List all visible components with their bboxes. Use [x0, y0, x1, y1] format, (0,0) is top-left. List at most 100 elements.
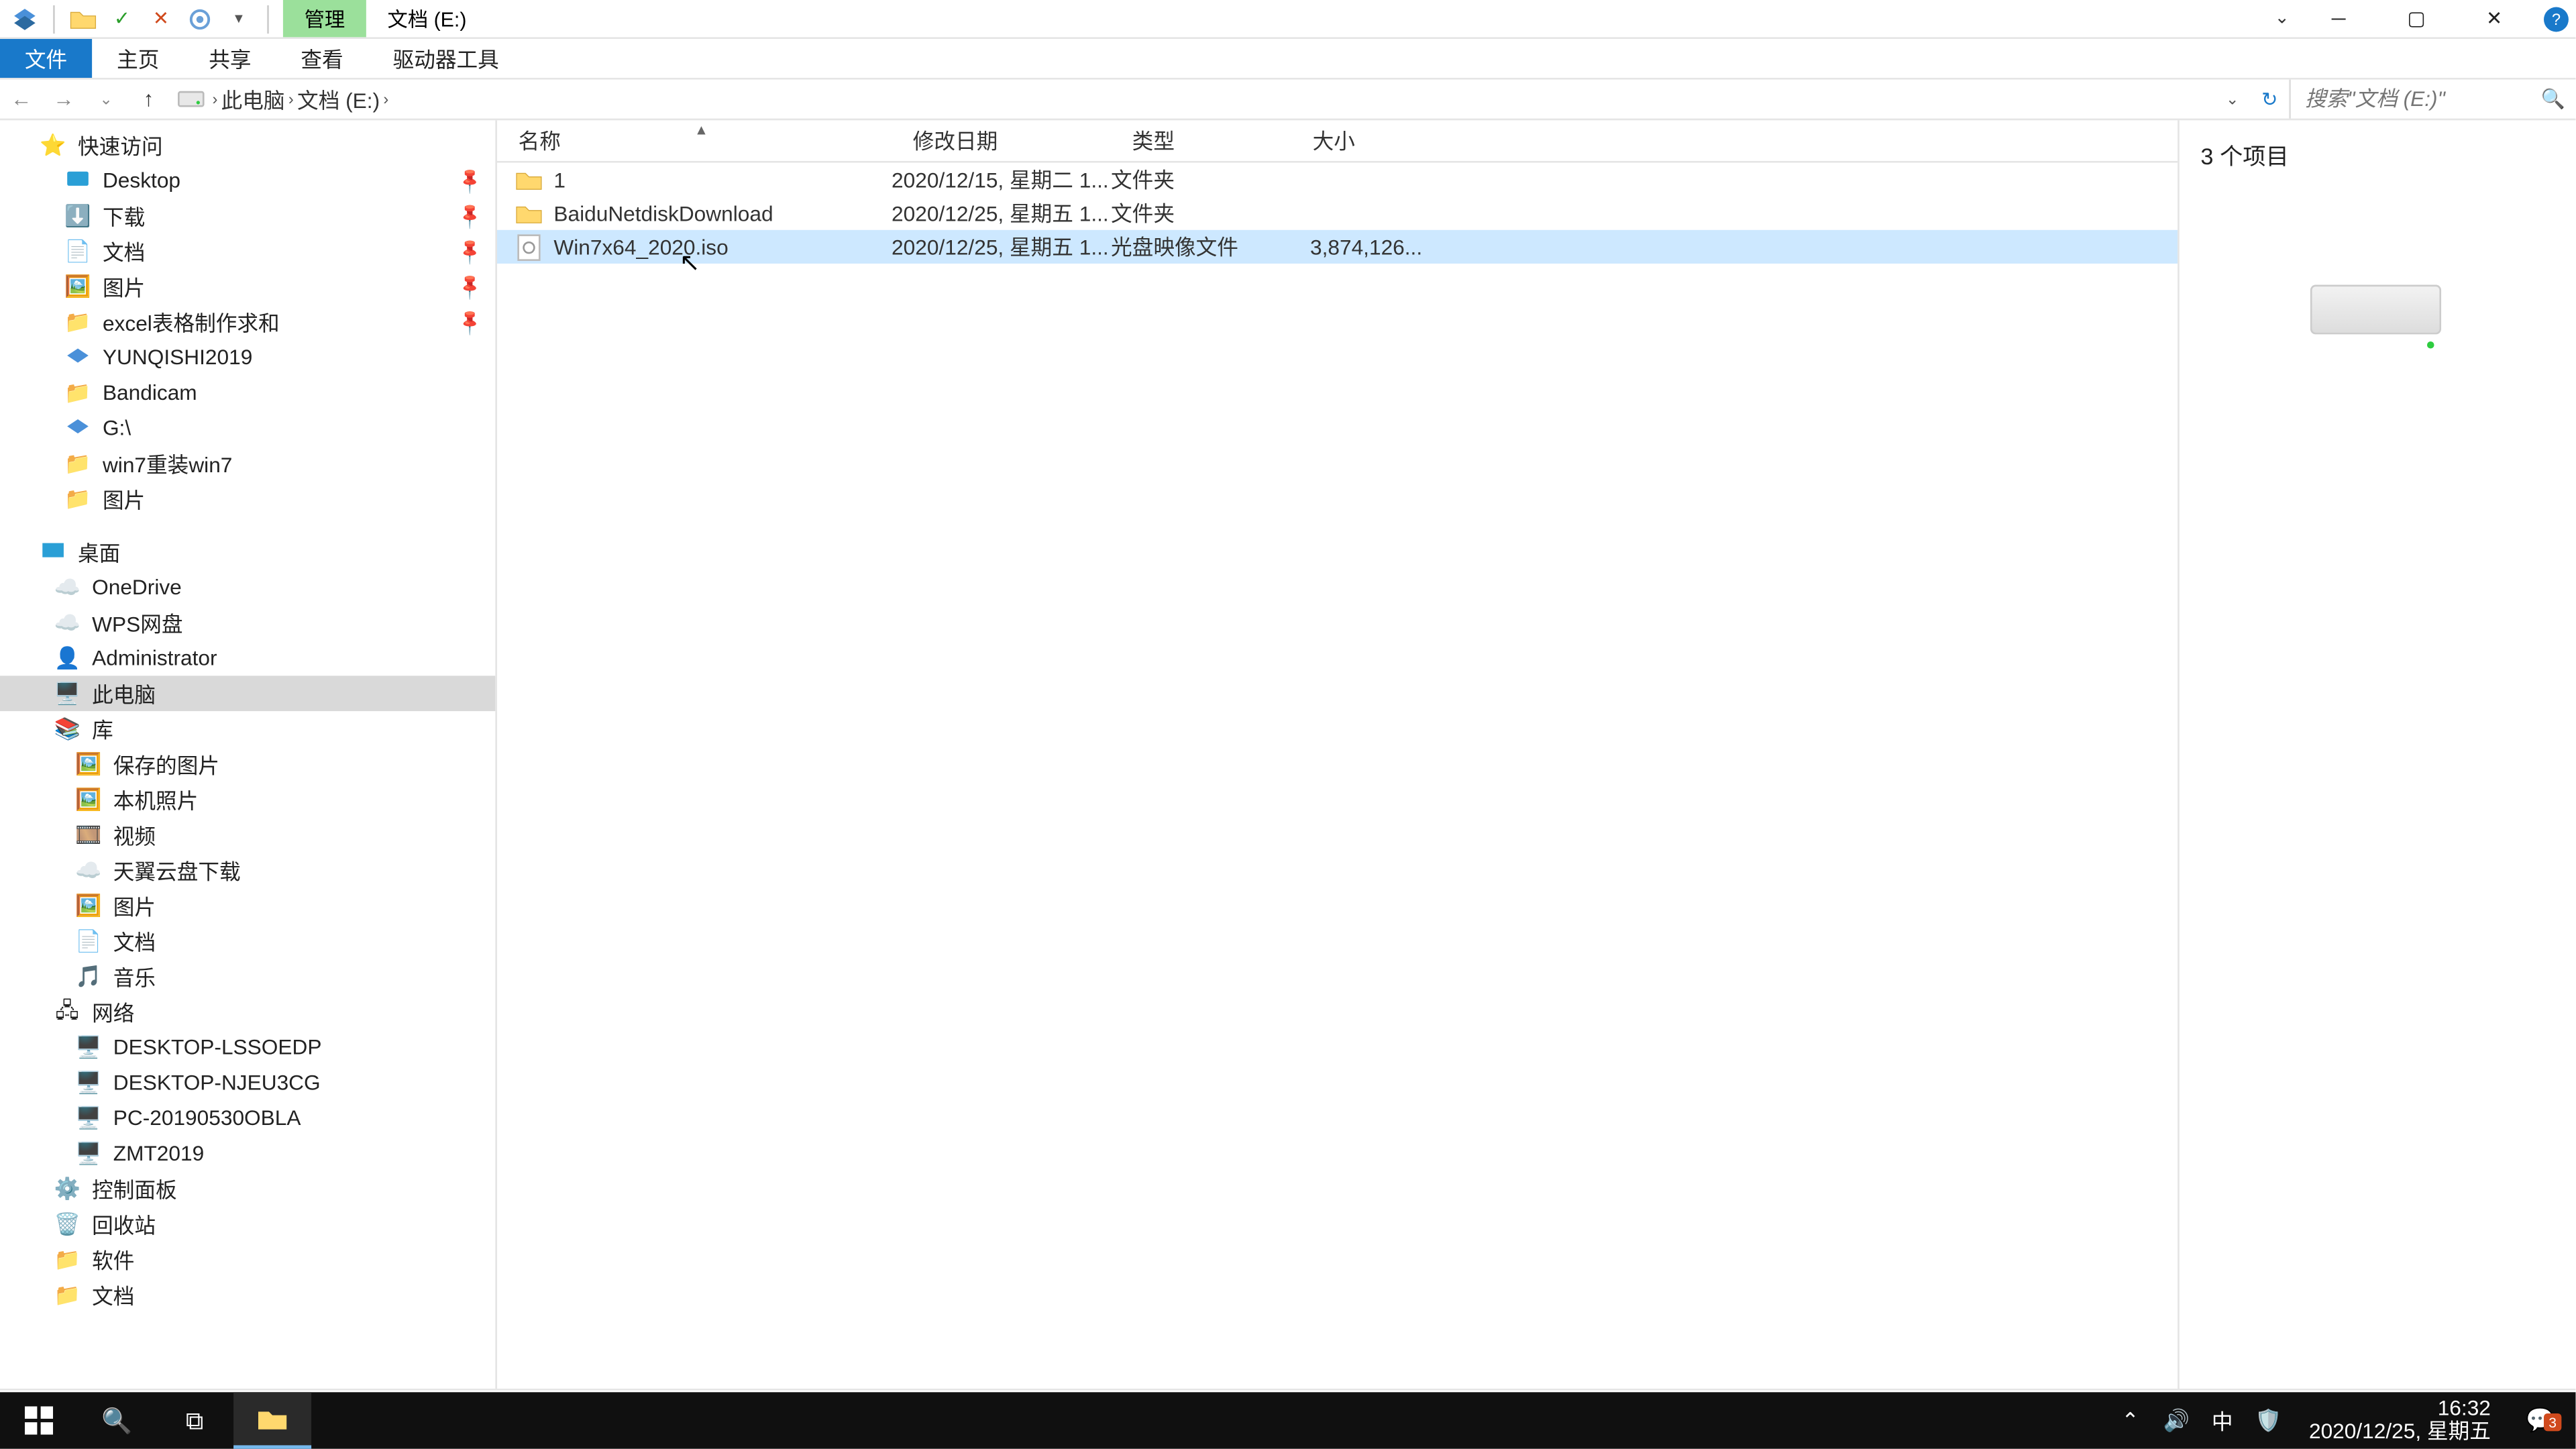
history-button[interactable]: ⌄	[85, 80, 127, 119]
nav-desktop-zh[interactable]: 桌面	[0, 534, 495, 570]
nav-libraries[interactable]: 📚库	[0, 711, 495, 747]
nav-yunqishi[interactable]: YUNQISHI2019	[0, 339, 495, 375]
nav-bandicam[interactable]: 📁Bandicam	[0, 375, 495, 411]
maximize-button[interactable]: ▢	[2377, 0, 2455, 37]
action-center-button[interactable]: 💬3	[2516, 1406, 2565, 1434]
nav-thispc[interactable]: 🖥️此电脑	[0, 676, 495, 711]
breadcrumb-thispc[interactable]: 此电脑 ›	[221, 84, 294, 114]
volume-icon[interactable]: 🔊	[2160, 1408, 2192, 1433]
nav-onedrive[interactable]: ☁️OneDrive	[0, 570, 495, 605]
nav-wps[interactable]: ☁️WPS网盘	[0, 605, 495, 641]
accept-icon[interactable]: ✓	[108, 5, 136, 33]
back-button[interactable]: ←	[0, 80, 42, 119]
column-size[interactable]: 大小	[1291, 125, 1433, 156]
nav-pc3[interactable]: 🖥️PC-20190530OBLA	[0, 1100, 495, 1136]
folder-icon	[515, 199, 543, 227]
nav-pc4[interactable]: 🖥️ZMT2019	[0, 1136, 495, 1171]
close-button[interactable]: ✕	[2455, 0, 2533, 37]
file-date: 2020/12/25, 星期五 1...	[892, 198, 1111, 228]
refresh-button[interactable]: ↻	[2250, 88, 2289, 111]
nav-administrator[interactable]: 👤Administrator	[0, 641, 495, 676]
navigation-tree[interactable]: ⭐快速访问 Desktop📌 ⬇️下载📌 📄文档📌 🖼️图片📌 📁excel表格…	[0, 120, 497, 1389]
explorer-taskbar-button[interactable]	[233, 1392, 311, 1448]
nav-recycle-bin[interactable]: 🗑️回收站	[0, 1206, 495, 1242]
forward-button[interactable]: →	[42, 80, 85, 119]
nav-win7reinstall[interactable]: 📁win7重装win7	[0, 446, 495, 482]
pc-icon: 🖥️	[53, 680, 81, 708]
ime-icon[interactable]: 中	[2206, 1405, 2238, 1436]
column-date[interactable]: 修改日期	[892, 125, 1111, 156]
clock[interactable]: 16:32 2020/12/25, 星期五	[2298, 1397, 2502, 1444]
folder-icon: 📁	[64, 449, 92, 478]
nav-pictures2[interactable]: 📁图片	[0, 481, 495, 517]
start-button[interactable]	[0, 1392, 78, 1448]
tab-file[interactable]: 文件	[0, 39, 92, 78]
task-view-button[interactable]: ⧉	[156, 1392, 233, 1448]
tab-share[interactable]: 共享	[184, 39, 276, 78]
column-type[interactable]: 类型	[1111, 125, 1291, 156]
computer-icon: 🖥️	[74, 1139, 103, 1167]
tab-home[interactable]: 主页	[92, 39, 184, 78]
file-list[interactable]: 名称▲ 修改日期 类型 大小 12020/12/15, 星期二 1...文件夹B…	[497, 120, 2178, 1389]
file-row[interactable]: Win7x64_2020.iso2020/12/25, 星期五 1...光盘映像…	[497, 230, 2178, 264]
file-type: 文件夹	[1111, 164, 1291, 195]
nav-camera-roll[interactable]: 🖼️本机照片	[0, 782, 495, 818]
column-name[interactable]: 名称▲	[497, 125, 892, 156]
search-input[interactable]	[2291, 80, 2576, 119]
file-size: 3,874,126...	[1291, 234, 1433, 259]
breadcrumb[interactable]: › 此电脑 › 文档 (E:) ›	[170, 80, 2214, 119]
nav-documents[interactable]: 📄文档📌	[0, 233, 495, 269]
nav-pictures3[interactable]: 🖼️图片	[0, 888, 495, 924]
nav-control-panel[interactable]: ⚙️控制面板	[0, 1171, 495, 1207]
nav-gdrive[interactable]: G:\	[0, 411, 495, 446]
chevron-right-icon[interactable]: ›	[212, 90, 217, 107]
nav-tianyi[interactable]: ☁️天翼云盘下载	[0, 853, 495, 888]
pin-icon: 📌	[455, 166, 485, 195]
notification-badge: 3	[2544, 1413, 2561, 1431]
search-box[interactable]: 🔍	[2289, 80, 2575, 119]
file-row[interactable]: 12020/12/15, 星期二 1...文件夹	[497, 163, 2178, 197]
nav-documents3[interactable]: 📁文档	[0, 1277, 495, 1313]
security-icon[interactable]: 🛡️	[2253, 1408, 2284, 1433]
nav-network[interactable]: 🖧网络	[0, 994, 495, 1030]
search-icon[interactable]: 🔍	[2541, 88, 2565, 111]
picture-icon: 🖼️	[74, 786, 103, 814]
nav-pictures[interactable]: 🖼️图片📌	[0, 269, 495, 305]
search-button[interactable]: 🔍	[78, 1392, 156, 1448]
nav-documents2[interactable]: 📄文档	[0, 924, 495, 959]
tray-overflow-icon[interactable]: ⌃	[2114, 1408, 2146, 1433]
nav-quick-access[interactable]: ⭐快速访问	[0, 127, 495, 163]
ribbon-collapse-icon[interactable]: ⌄	[2264, 9, 2300, 28]
cancel-icon[interactable]: ✕	[147, 5, 175, 33]
minimize-button[interactable]: －	[2300, 0, 2377, 37]
nav-downloads[interactable]: ⬇️下载📌	[0, 198, 495, 233]
music-icon: 🎵	[74, 963, 103, 991]
document-icon: 📄	[64, 237, 92, 265]
settings-icon[interactable]	[186, 5, 214, 33]
nav-saved-pictures[interactable]: 🖼️保存的图片	[0, 747, 495, 782]
context-tab-title: 管理	[283, 0, 366, 37]
nav-excel-folder[interactable]: 📁excel表格制作求和📌	[0, 305, 495, 340]
folder-icon	[515, 166, 543, 194]
file-date: 2020/12/15, 星期二 1...	[892, 164, 1111, 195]
folder-icon[interactable]	[69, 5, 97, 33]
nav-desktop[interactable]: Desktop📌	[0, 163, 495, 199]
nav-videos[interactable]: 🎞️视频	[0, 817, 495, 853]
file-row[interactable]: BaiduNetdiskDownload2020/12/25, 星期五 1...…	[497, 197, 2178, 230]
computer-icon: 🖥️	[74, 1104, 103, 1132]
app-icon	[11, 5, 39, 33]
nav-software[interactable]: 📁软件	[0, 1242, 495, 1277]
cloud-icon: ☁️	[74, 856, 103, 884]
qat-dropdown-icon[interactable]: ▾	[225, 5, 253, 33]
tab-view[interactable]: 查看	[276, 39, 368, 78]
help-button[interactable]: ?	[2544, 6, 2569, 31]
nav-pc2[interactable]: 🖥️DESKTOP-NJEU3CG	[0, 1065, 495, 1100]
nav-music[interactable]: 🎵音乐	[0, 959, 495, 994]
tab-drive-tools[interactable]: 驱动器工具	[368, 39, 524, 78]
yunqishi-icon	[64, 343, 92, 372]
file-date: 2020/12/25, 星期五 1...	[892, 231, 1111, 262]
address-dropdown-icon[interactable]: ⌄	[2215, 89, 2251, 109]
up-button[interactable]: ↑	[127, 80, 170, 119]
breadcrumb-drive[interactable]: 文档 (E:) ›	[297, 84, 388, 114]
nav-pc1[interactable]: 🖥️DESKTOP-LSSOEDP	[0, 1030, 495, 1065]
